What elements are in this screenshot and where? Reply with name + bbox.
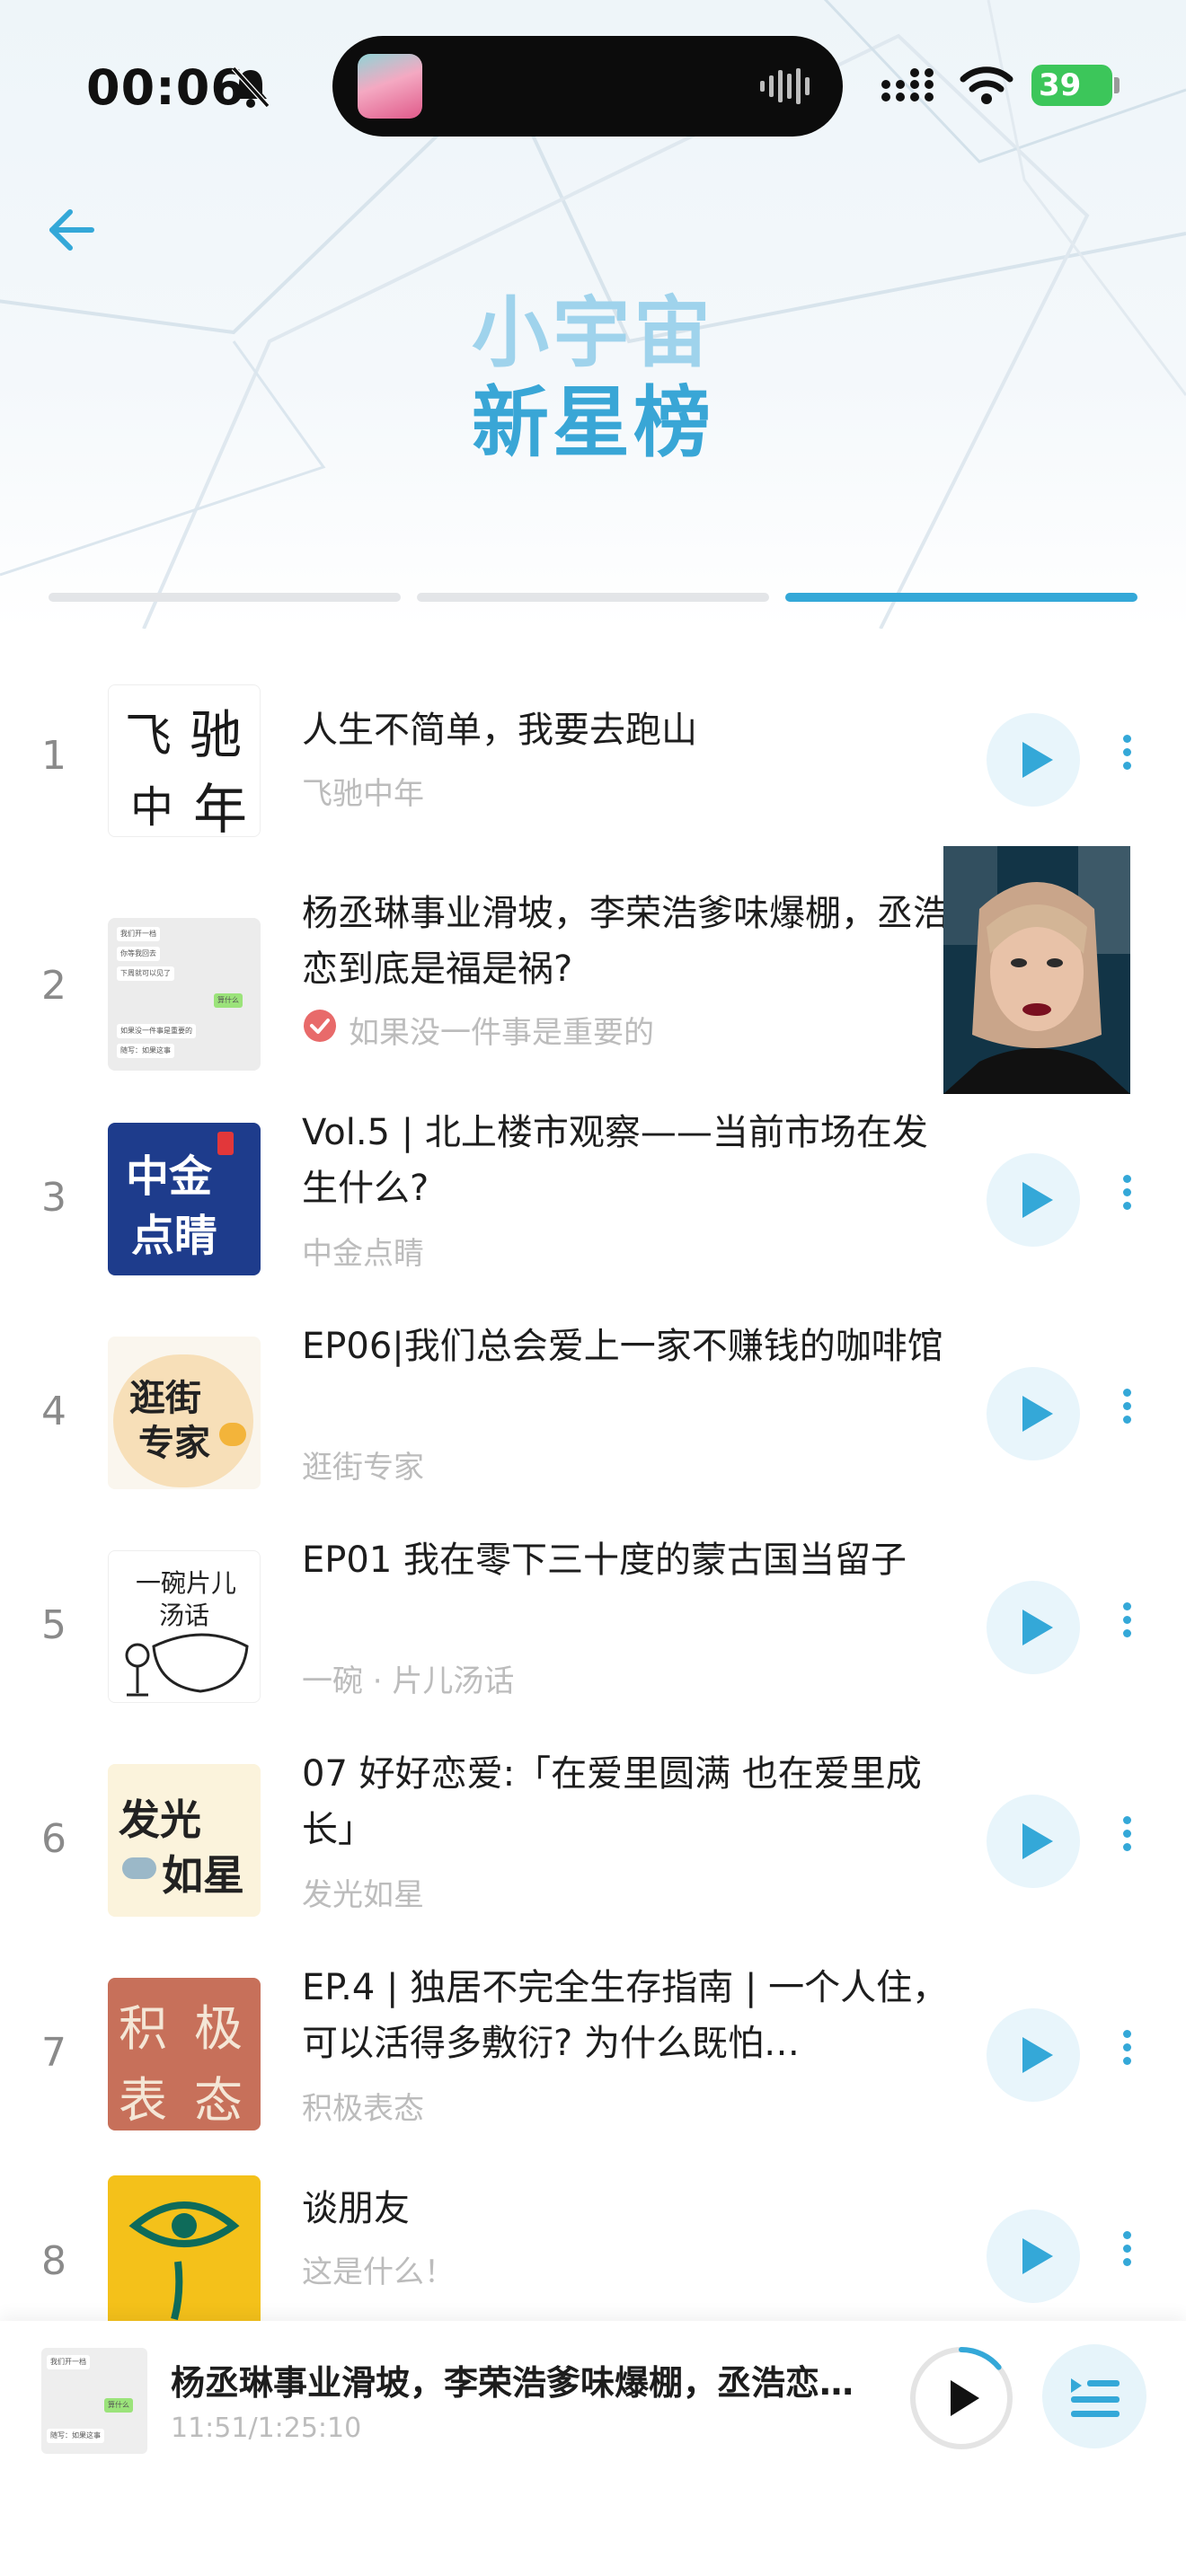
status-time: 00:06: [86, 59, 245, 116]
episode-title: EP01 我在零下三十度的蒙古国当留子: [302, 1539, 907, 1581]
now-playing-time: 11:51/1:25:10: [171, 2413, 362, 2444]
podcast-name: 发光如星: [302, 1877, 424, 1913]
more-options-button[interactable]: [1111, 2025, 1143, 2078]
more-options-button[interactable]: [1111, 1811, 1143, 1865]
more-options-button[interactable]: [1111, 1383, 1143, 1437]
podcast-cover: 积 极 表 态: [108, 1978, 261, 2130]
podcast-name: 如果没一件事是重要的: [349, 1015, 654, 1051]
dynamic-island[interactable]: [332, 36, 843, 137]
play-button[interactable]: [987, 2210, 1080, 2303]
podcast-name: 飞驰中年: [302, 776, 424, 812]
rank-number: 4: [41, 1389, 66, 1434]
episode-title: 07 好好恋爱:「在爱里圆满 也在爱里成长」: [302, 1753, 922, 1850]
more-options-button[interactable]: [1111, 1169, 1143, 1223]
more-options-button[interactable]: [1111, 2226, 1143, 2280]
cloud-icon: [122, 1857, 156, 1879]
episode-title: 杨丞琳事业滑坡，李荣浩爹味爆棚，丞浩恋到底是福是祸?: [302, 893, 949, 990]
check-badge-icon: [304, 1010, 336, 1042]
status-bar: 00:06 39: [0, 0, 1186, 171]
playlist-button[interactable]: [1042, 2344, 1146, 2448]
play-icon: [1022, 1823, 1053, 1859]
list-item[interactable]: 7 积 极 表 态 EP.4 | 独居不完全生存指南 | 一个人住，可以活得多敷…: [0, 1951, 1186, 2165]
play-icon: [951, 2380, 979, 2416]
play-button[interactable]: [987, 1153, 1080, 1247]
playback-progress-ring: [959, 2347, 1002, 2370]
mini-player[interactable]: 我们开一档 算什么 随写：如果这事 杨丞琳事业滑坡，李荣浩爹味爆棚，丞浩恋… 1…: [0, 2321, 1186, 2576]
podcast-name: 一碗 · 片儿汤话: [302, 1663, 515, 1699]
rank-number: 7: [41, 2030, 66, 2076]
podcast-cover: 中金 点睛: [108, 1123, 261, 1275]
battery-cap: [1114, 77, 1120, 93]
podcast-name: 积极表态: [302, 2091, 424, 2127]
list-item[interactable]: 4 逛街 专家 EP06|我们总会爱上一家不赚钱的咖啡馆 逛街专家: [0, 1310, 1186, 1523]
play-button[interactable]: [987, 713, 1080, 807]
tab-2[interactable]: [417, 593, 769, 602]
now-playing-title: 杨丞琳事业滑坡，李荣浩爹味爆棚，丞浩恋…: [171, 2363, 854, 2403]
cellular-signal-icon: [881, 68, 934, 101]
episode-title: EP06|我们总会爱上一家不赚钱的咖啡馆: [302, 1326, 943, 1367]
battery-level: 39: [1039, 67, 1082, 103]
play-icon: [1022, 1610, 1053, 1645]
play-icon: [1022, 742, 1053, 778]
podcast-name: 这是什么！: [302, 2254, 455, 2290]
podcast-cover: 逛街 专家: [108, 1337, 261, 1489]
episode-title: 人生不简单，我要去跑山: [302, 710, 697, 751]
bell-muted-icon: [231, 66, 270, 109]
red-mark: [217, 1132, 234, 1155]
list-item[interactable]: 6 发光 如星 07 好好恋爱:「在爱里圆满 也在爱里成长」 发光如星: [0, 1737, 1186, 1951]
play-icon: [1022, 2037, 1053, 2073]
play-icon: [1022, 1182, 1053, 1218]
podcast-cover: 我们开一档 你等我回去 下周就可以见了 算什么 如果没一件事是重要的 随写：如果…: [108, 918, 261, 1071]
play-button[interactable]: [987, 2008, 1080, 2102]
wifi-icon: [960, 66, 1013, 104]
play-icon: [1022, 2238, 1053, 2274]
list-item[interactable]: 5 一碗片儿 汤话 EP01 我在零下三十度的蒙古国当留子 一碗 · 片儿汤话: [0, 1523, 1186, 1737]
back-button[interactable]: [45, 203, 99, 257]
audio-wave-icon: [760, 68, 810, 104]
mini-player-play-button[interactable]: [907, 2344, 1015, 2452]
episode-title: EP.4 | 独居不完全生存指南 | 一个人住，可以活得多敷衍? 为什么既怕…: [302, 1967, 949, 2064]
now-playing-cover: 我们开一档 算什么 随写：如果这事: [41, 2348, 147, 2454]
podcast-cover: 发光 如星: [108, 1764, 261, 1917]
list-item[interactable]: 3 中金 点睛 Vol.5 | 北上楼市观察——当前市场在发生什么? 中金点睛: [0, 1096, 1186, 1310]
rank-number: 2: [41, 963, 66, 1009]
mascot: [219, 1423, 246, 1446]
podcast-name: 逛街专家: [302, 1450, 424, 1486]
play-button[interactable]: [987, 1581, 1080, 1674]
podcast-cover: 一碗片儿 汤话: [108, 1550, 261, 1703]
podcast-cover: [108, 2175, 261, 2328]
podcast-name: 中金点睛: [302, 1236, 424, 1272]
rank-number: 6: [41, 1816, 66, 1862]
now-playing-avatar: [358, 54, 422, 119]
episode-title: Vol.5 | 北上楼市观察——当前市场在发生什么?: [302, 1112, 928, 1209]
rank-number: 3: [41, 1175, 66, 1221]
more-options-button[interactable]: [1111, 1597, 1143, 1651]
tab-1[interactable]: [49, 593, 401, 602]
tab-3[interactable]: [785, 593, 1137, 602]
more-options-button[interactable]: [1111, 729, 1143, 783]
bowl-microphone-icon: [125, 1633, 249, 1697]
podcast-cover: 飞 驰 中 年: [108, 684, 261, 837]
chart-tabs: [49, 593, 1137, 604]
eye-icon: [128, 2201, 240, 2321]
rank-number: 1: [41, 733, 66, 779]
play-button[interactable]: [987, 1795, 1080, 1888]
play-icon: [1022, 1396, 1053, 1432]
host-photo: [943, 846, 1130, 1094]
play-button[interactable]: [987, 1367, 1080, 1460]
battery-icon: 39: [1031, 65, 1112, 106]
page-title-chart: 新星榜: [472, 378, 714, 468]
rank-number: 8: [41, 2238, 66, 2284]
playlist-icon: [1071, 2378, 1120, 2417]
rank-number: 5: [41, 1602, 66, 1648]
episode-title: 谈朋友: [302, 2188, 410, 2229]
portrait-illustration: [943, 846, 1130, 1094]
